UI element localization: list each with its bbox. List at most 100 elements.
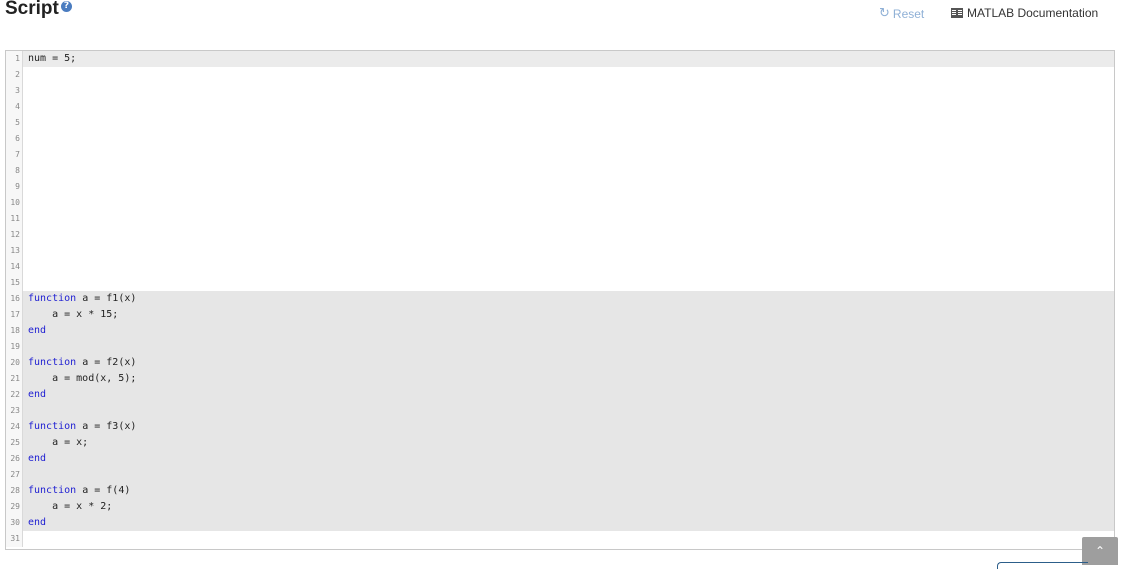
documentation-label: MATLAB Documentation: [967, 6, 1099, 20]
code-line[interactable]: 12: [6, 227, 1114, 243]
keyword-token: function: [28, 485, 77, 496]
question-circle-icon[interactable]: ?: [61, 1, 72, 12]
line-number: 13: [6, 243, 23, 259]
line-number: 20: [6, 355, 23, 371]
code-line[interactable]: 31: [6, 531, 1114, 547]
line-number: 14: [6, 259, 23, 275]
code-line[interactable]: 29 a = x * 2;: [6, 499, 1114, 515]
code-text[interactable]: a = mod(x, 5);: [23, 371, 1114, 387]
code-text[interactable]: end: [23, 515, 1114, 531]
code-line[interactable]: 9: [6, 179, 1114, 195]
code-line[interactable]: 24 function a = f3(x): [6, 419, 1114, 435]
line-number: 17: [6, 307, 23, 323]
code-line[interactable]: 17 a = x * 15;: [6, 307, 1114, 323]
keyword-token: end: [28, 389, 47, 400]
code-editor[interactable]: 1 num = 5; 2 3 4 5 6 7 8 9 10 11 12 13 14 15 16 function …: [5, 50, 1115, 550]
line-number: 4: [6, 99, 23, 115]
line-number: 27: [6, 467, 23, 483]
code-line[interactable]: 8: [6, 163, 1114, 179]
script-header: Script ? ↻ Reset MATLAB Documentation: [0, 0, 1124, 40]
code-line[interactable]: 26 end: [6, 451, 1114, 467]
code-line[interactable]: 15: [6, 275, 1114, 291]
chevron-up-icon: ⌃: [1094, 544, 1106, 558]
keyword-token: function: [28, 293, 77, 304]
code-text[interactable]: function a = f2(x): [23, 355, 1114, 371]
code-line[interactable]: 25 a = x;: [6, 435, 1114, 451]
code-text[interactable]: a = x;: [23, 435, 1114, 451]
line-number: 29: [6, 499, 23, 515]
code-text[interactable]: [23, 67, 1114, 83]
code-text[interactable]: [23, 531, 1114, 547]
code-text[interactable]: [23, 403, 1114, 419]
code-text[interactable]: [23, 179, 1114, 195]
line-number: 16: [6, 291, 23, 307]
code-line[interactable]: 18 end: [6, 323, 1114, 339]
code-text[interactable]: function a = f3(x): [23, 419, 1114, 435]
code-line[interactable]: 13: [6, 243, 1114, 259]
code-line[interactable]: 27: [6, 467, 1114, 483]
code-line[interactable]: 16 function a = f1(x): [6, 291, 1114, 307]
code-line[interactable]: 5: [6, 115, 1114, 131]
line-number: 28: [6, 483, 23, 499]
code-text[interactable]: [23, 259, 1114, 275]
code-text[interactable]: [23, 163, 1114, 179]
code-text[interactable]: function a = f(4): [23, 483, 1114, 499]
code-line[interactable]: 14: [6, 259, 1114, 275]
line-number: 23: [6, 403, 23, 419]
line-number: 1: [6, 51, 23, 67]
line-number: 26: [6, 451, 23, 467]
code-line[interactable]: 22 end: [6, 387, 1114, 403]
code-text[interactable]: end: [23, 323, 1114, 339]
code-text[interactable]: end: [23, 451, 1114, 467]
code-line[interactable]: 19: [6, 339, 1114, 355]
code-text[interactable]: [23, 147, 1114, 163]
code-text[interactable]: num = 5;: [23, 51, 1114, 67]
code-line[interactable]: 30 end: [6, 515, 1114, 531]
code-text[interactable]: [23, 99, 1114, 115]
code-text[interactable]: [23, 275, 1114, 291]
line-number: 30: [6, 515, 23, 531]
keyword-token: function: [28, 421, 77, 432]
matlab-documentation-link[interactable]: MATLAB Documentation: [951, 6, 1098, 20]
book-icon: [951, 8, 963, 18]
code-line[interactable]: 3: [6, 83, 1114, 99]
line-number: 6: [6, 131, 23, 147]
code-line[interactable]: 1 num = 5;: [6, 51, 1114, 67]
line-number: 21: [6, 371, 23, 387]
code-line[interactable]: 6: [6, 131, 1114, 147]
page-title: Script: [5, 0, 59, 19]
line-number: 11: [6, 211, 23, 227]
code-text[interactable]: [23, 227, 1114, 243]
line-number: 19: [6, 339, 23, 355]
code-line[interactable]: 28 function a = f(4): [6, 483, 1114, 499]
reset-button[interactable]: ↻ Reset: [879, 6, 924, 21]
code-text[interactable]: [23, 83, 1114, 99]
keyword-token: function: [28, 357, 77, 368]
code-text[interactable]: [23, 131, 1114, 147]
code-line[interactable]: 11: [6, 211, 1114, 227]
code-text[interactable]: [23, 211, 1114, 227]
code-line[interactable]: 23: [6, 403, 1114, 419]
line-number: 3: [6, 83, 23, 99]
code-text[interactable]: [23, 115, 1114, 131]
line-number: 10: [6, 195, 23, 211]
reset-label: Reset: [892, 6, 925, 21]
code-line[interactable]: 4: [6, 99, 1114, 115]
code-line[interactable]: 21 a = mod(x, 5);: [6, 371, 1114, 387]
code-line[interactable]: 2: [6, 67, 1114, 83]
code-line[interactable]: 10: [6, 195, 1114, 211]
code-text[interactable]: [23, 339, 1114, 355]
code-text[interactable]: end: [23, 387, 1114, 403]
code-text[interactable]: function a = f1(x): [23, 291, 1114, 307]
code-text[interactable]: [23, 467, 1114, 483]
code-line[interactable]: 20 function a = f2(x): [6, 355, 1114, 371]
code-text[interactable]: [23, 195, 1114, 211]
code-text[interactable]: a = x * 2;: [23, 499, 1114, 515]
keyword-token: end: [28, 325, 47, 336]
code-text[interactable]: a = x * 15;: [23, 307, 1114, 323]
code-line[interactable]: 7: [6, 147, 1114, 163]
line-number: 24: [6, 419, 23, 435]
line-number: 15: [6, 275, 23, 291]
scroll-to-top-button[interactable]: ⌃: [1082, 537, 1118, 565]
code-text[interactable]: [23, 243, 1114, 259]
